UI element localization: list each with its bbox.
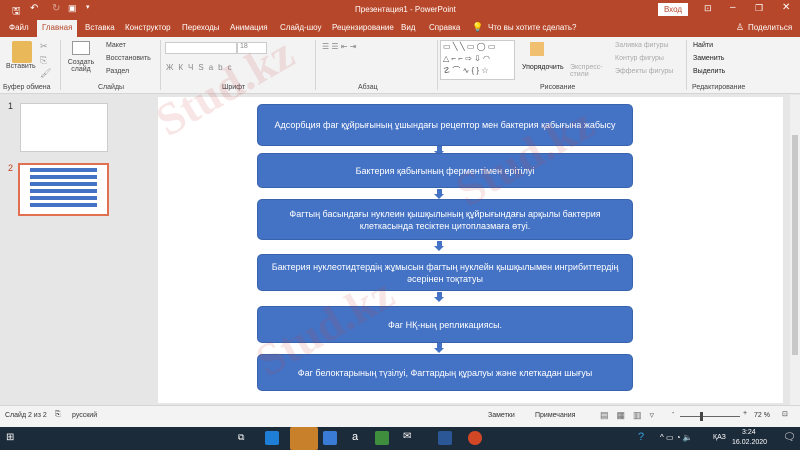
- paragraph-group-label: Абзац: [358, 84, 378, 91]
- tripadvisor-icon[interactable]: [375, 431, 389, 445]
- font-name-select[interactable]: [165, 42, 237, 54]
- notes-button[interactable]: Заметки: [488, 412, 515, 419]
- ribbon: Вставить ✂ ⎘ 🖌 Буфер обмена Создать слай…: [0, 37, 800, 94]
- slideshow-start-icon[interactable]: ▣: [68, 3, 77, 14]
- tab-transitions[interactable]: Переходы: [182, 23, 220, 32]
- zoom-slider[interactable]: [680, 416, 740, 417]
- list-icons[interactable]: ☰ ☰ ⇤ ⇥: [322, 42, 356, 51]
- clock-time[interactable]: 3:24: [742, 429, 756, 436]
- slide-thumbnail-1[interactable]: [20, 103, 108, 152]
- start-button[interactable]: ⊞: [6, 432, 14, 443]
- tell-me-input[interactable]: Что вы хотите сделать?: [488, 23, 576, 32]
- font-format-buttons[interactable]: ЖКЧSabc: [166, 63, 237, 72]
- drawing-group-label: Рисование: [540, 84, 576, 91]
- restore-button[interactable]: ❐: [755, 3, 763, 14]
- title-bar: 🖫 ↶ ↻ ▣ ▾ Презентация1 - PowerPoint Вход…: [0, 0, 800, 19]
- arrange-button[interactable]: Упорядочить: [522, 64, 564, 71]
- lightbulb-icon: 💡: [472, 22, 484, 32]
- shape-outline-button[interactable]: Контур фигуры: [615, 55, 664, 62]
- comments-button[interactable]: Примечания: [535, 412, 575, 419]
- slide-thumbnail-2[interactable]: [18, 163, 109, 216]
- shapes-gallery[interactable]: ▭ ╲ ╲ ▭ ◯ ▭ △ ⌐ ⌐ ⇨ ⇩ ◠ ☡ ⌒ ∿ { } ☆: [440, 40, 515, 80]
- zoom-slider-thumb[interactable]: [699, 412, 703, 421]
- cut-icon[interactable]: ✂: [40, 41, 48, 52]
- amazon-icon[interactable]: a: [352, 431, 358, 443]
- shape-fill-button[interactable]: Заливка фигуры: [615, 42, 668, 49]
- flow-step-4[interactable]: Бактерия нуклеотидтердің жұмысын фагтың …: [257, 254, 633, 291]
- tab-insert[interactable]: Вставка: [85, 23, 115, 32]
- spellcheck-icon[interactable]: ⎘: [55, 411, 61, 419]
- section-button[interactable]: Раздел: [106, 68, 129, 75]
- zoom-out-button[interactable]: -: [672, 410, 674, 417]
- copy-icon[interactable]: ⎘: [40, 55, 47, 66]
- slide-counter: Слайд 2 из 2: [5, 412, 47, 419]
- edge-icon[interactable]: [265, 431, 279, 445]
- redo-icon[interactable]: ↻: [52, 3, 60, 14]
- status-bar: Слайд 2 из 2 ⎘ русский Заметки Примечани…: [0, 405, 800, 427]
- input-language[interactable]: ҚАЗ: [713, 434, 726, 441]
- person-icon: ♙: [736, 22, 745, 32]
- format-painter-icon[interactable]: 🖌: [40, 68, 51, 79]
- slide-thumbnails-panel: 1 2: [0, 95, 116, 405]
- editing-group-label: Редактирование: [692, 84, 746, 91]
- taskbar: ⊞ ⧉ a ✉ ? ^ ▭ ◔ 🔈 ҚАЗ 3:24 16.02.2020 🗨: [0, 427, 800, 450]
- clipboard-group-label: Буфер обмена: [3, 84, 51, 91]
- flow-step-6[interactable]: Фаг белоктарының түзілуі, Фагтардың құра…: [257, 354, 633, 391]
- help-icon[interactable]: ?: [638, 431, 644, 443]
- slides-group-label: Слайды: [98, 84, 125, 91]
- customize-toolbar-icon[interactable]: ▾: [86, 3, 90, 11]
- language-indicator[interactable]: русский: [72, 412, 97, 419]
- signin-button[interactable]: Вход: [658, 3, 688, 16]
- file-explorer-icon[interactable]: [290, 427, 318, 450]
- new-slide-button[interactable]: Создать слайд: [66, 59, 96, 73]
- paste-button[interactable]: Вставить: [6, 63, 36, 70]
- replace-button[interactable]: Заменить: [693, 55, 724, 62]
- store-icon[interactable]: [323, 431, 337, 445]
- fit-slide-icon[interactable]: ⊡: [782, 410, 788, 418]
- tab-animations[interactable]: Анимация: [230, 23, 268, 32]
- font-size-select[interactable]: 18: [237, 42, 267, 54]
- find-button[interactable]: Найти: [693, 42, 713, 49]
- undo-icon[interactable]: ↶: [30, 3, 38, 14]
- new-slide-icon[interactable]: [72, 41, 90, 55]
- tab-slideshow[interactable]: Слайд-шоу: [280, 23, 321, 32]
- zoom-level[interactable]: 72 %: [754, 412, 770, 419]
- flow-step-5[interactable]: Фаг НҚ-ның репликациясы.: [257, 306, 633, 343]
- vertical-scrollbar[interactable]: [790, 95, 800, 405]
- tab-review[interactable]: Рецензирование: [332, 23, 394, 32]
- thumbnail-number: 1: [8, 101, 14, 111]
- flow-step-1[interactable]: Адсорбция фаг құйрығының ұшындағы рецепт…: [257, 104, 633, 146]
- flow-step-2[interactable]: Бактерия қабығының ферментімен ерітілуі: [257, 153, 633, 188]
- powerpoint-icon[interactable]: [468, 431, 482, 445]
- reset-button[interactable]: Восстановить: [106, 55, 151, 62]
- tab-home[interactable]: Главная: [37, 20, 78, 37]
- flow-step-3[interactable]: Фагтың басындағы нуклеин қышқылының құйр…: [257, 199, 633, 240]
- font-group-label: Шрифт: [222, 84, 246, 91]
- view-buttons[interactable]: ▤▦▥▿: [600, 410, 662, 421]
- minimize-button[interactable]: –: [730, 2, 736, 13]
- select-button[interactable]: Выделить: [693, 68, 725, 75]
- window-title: Презентация1 - PowerPoint: [355, 5, 456, 14]
- ribbon-tabs: Файл Главная Вставка Конструктор Переход…: [0, 19, 800, 37]
- thumbnail-number: 2: [8, 163, 14, 173]
- arrange-icon[interactable]: [530, 42, 544, 56]
- quick-styles-button[interactable]: Экспресс-стили: [570, 64, 606, 78]
- tab-help[interactable]: Справка: [429, 23, 460, 32]
- layout-button[interactable]: Макет: [106, 42, 126, 49]
- zoom-in-button[interactable]: +: [743, 410, 747, 417]
- paste-icon[interactable]: [12, 41, 32, 63]
- share-button[interactable]: Поделиться: [748, 23, 792, 32]
- ribbon-display-icon[interactable]: ⊡: [704, 3, 712, 14]
- word-icon[interactable]: [438, 431, 452, 445]
- tab-view[interactable]: Вид: [401, 23, 415, 32]
- task-view-icon[interactable]: ⧉: [238, 432, 244, 443]
- close-button[interactable]: ✕: [782, 2, 790, 13]
- mail-icon[interactable]: ✉: [403, 431, 411, 442]
- tab-file[interactable]: Файл: [9, 23, 29, 32]
- tray-icons[interactable]: ^ ▭ ◔ 🔈: [660, 433, 693, 442]
- notifications-icon[interactable]: 🗨: [783, 432, 796, 443]
- tab-design[interactable]: Конструктор: [125, 23, 171, 32]
- shape-effects-button[interactable]: Эффекты фигуры: [615, 68, 673, 75]
- clock-date[interactable]: 16.02.2020: [732, 439, 767, 446]
